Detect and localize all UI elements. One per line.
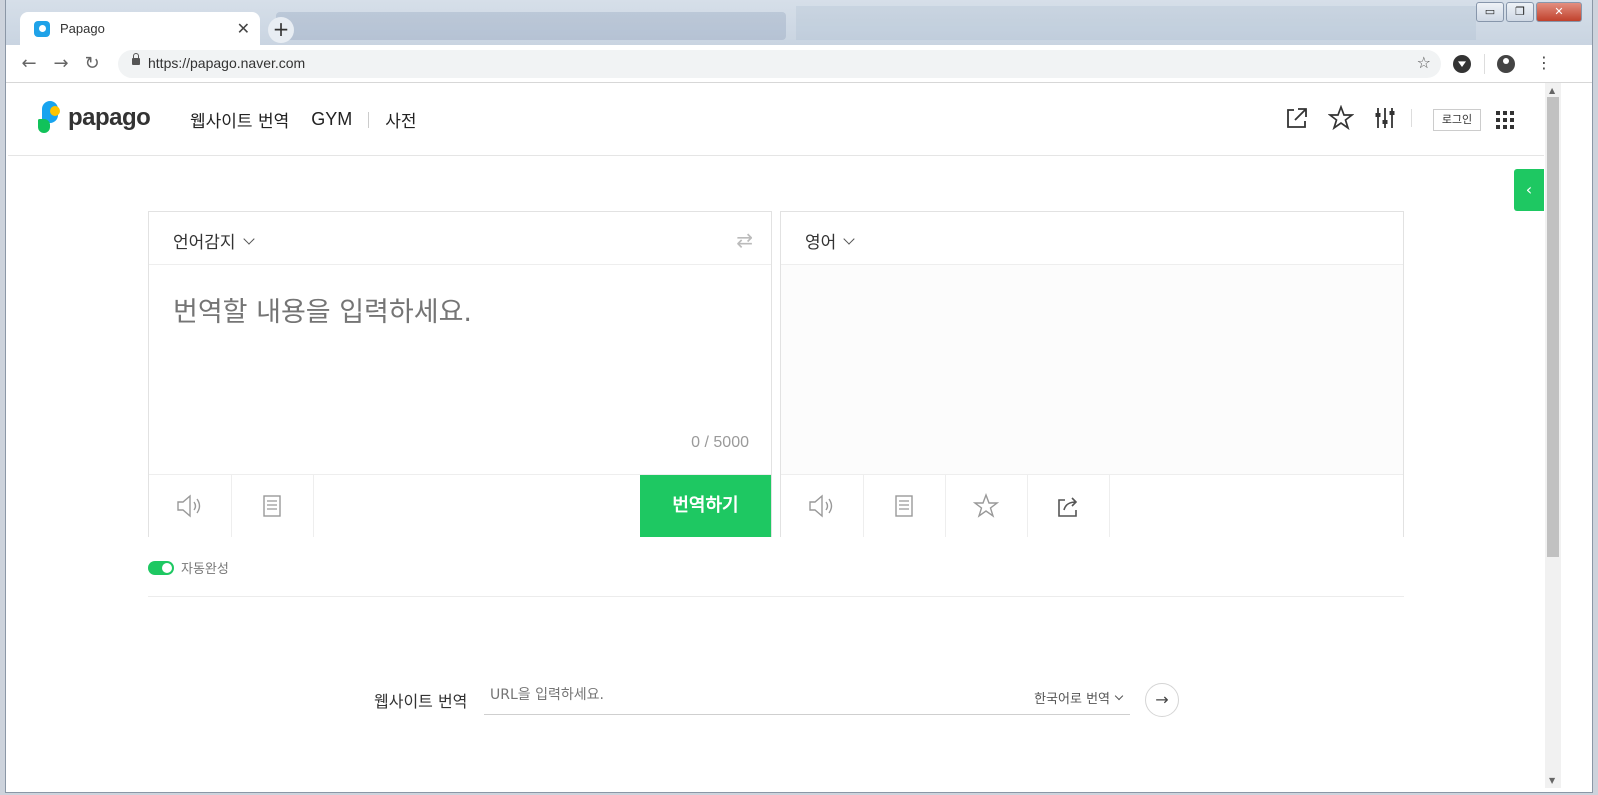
scroll-down-icon[interactable]: ▼ [1549, 776, 1555, 785]
url-input[interactable] [488, 686, 992, 704]
target-language-label: 영어 [805, 233, 837, 253]
reload-icon[interactable]: ↻ [81, 53, 103, 74]
main-nav: 웹사이트 번역 GYM 사전 [190, 107, 417, 132]
minimize-button[interactable]: ▭ [1476, 2, 1504, 22]
toolbar-divider [1484, 54, 1485, 74]
settings-sliders-icon[interactable] [1372, 105, 1398, 131]
chevron-down-icon [1114, 691, 1124, 700]
papago-page: papago 웹사이트 번역 GYM 사전 로그인 ‹ 언어감지 ⇄ 번역할 내… [8, 83, 1544, 788]
speaker-icon [177, 494, 201, 518]
translate-button[interactable]: 번역하기 [640, 475, 771, 537]
site-header: papago 웹사이트 번역 GYM 사전 로그인 [8, 83, 1544, 156]
background-window-bar [276, 12, 786, 40]
target-panel-header: 영어 [781, 212, 1403, 265]
page-scrollbar[interactable]: ▲ ▼ [1545, 83, 1561, 788]
url-text[interactable]: https://papago.naver.com [148, 55, 305, 71]
forward-arrow-icon[interactable]: → [50, 53, 72, 74]
new-tab-button[interactable]: + [268, 17, 294, 43]
apps-grid-icon[interactable] [1496, 111, 1514, 129]
source-listen-button[interactable] [149, 475, 232, 537]
side-panel-toggle[interactable]: ‹ [1514, 169, 1544, 211]
source-copy-button[interactable] [231, 475, 314, 537]
star-icon [973, 493, 999, 518]
website-translation-label: 웹사이트 번역 [374, 692, 468, 711]
chevron-down-icon [242, 232, 255, 245]
favorite-star-icon[interactable] [1328, 105, 1354, 131]
background-window-area [796, 6, 1476, 40]
tab-strip: Papago ✕ + ▭ ❐ ✕ [6, 0, 1592, 45]
autocomplete-toggle[interactable]: 자동완성 [148, 558, 229, 577]
target-copy-button[interactable] [863, 475, 946, 537]
nav-website-translation[interactable]: 웹사이트 번역 [190, 107, 289, 132]
window-controls: ▭ ❐ ✕ [1476, 2, 1582, 22]
nav-gym[interactable]: GYM [311, 109, 352, 130]
swap-languages-icon[interactable]: ⇄ [736, 228, 753, 252]
copy-document-icon [263, 495, 281, 517]
nav-divider [368, 111, 370, 128]
bookmark-star-icon[interactable]: ☆ [1417, 53, 1431, 72]
target-panel-footer [781, 474, 1403, 537]
url-input-wrapper: 한국어로 번역 [484, 680, 1130, 715]
speaker-icon [809, 494, 833, 518]
back-arrow-icon[interactable]: ← [18, 53, 40, 74]
target-listen-button[interactable] [781, 475, 864, 537]
source-language-label: 언어감지 [173, 233, 236, 253]
toggle-switch-icon [148, 560, 174, 575]
profile-avatar-icon[interactable] [1497, 55, 1515, 73]
papago-logo[interactable]: papago [38, 101, 151, 135]
browser-menu-icon[interactable]: ⋮ [1536, 53, 1552, 72]
website-target-language-label: 한국어로 번역 [1034, 692, 1110, 707]
login-button[interactable]: 로그인 [1433, 109, 1481, 131]
autocomplete-label: 자동완성 [181, 562, 229, 577]
source-panel-footer: 번역하기 [149, 474, 771, 537]
share-icon [1058, 497, 1078, 517]
papago-favicon-icon [34, 20, 50, 37]
logo-text: papago [68, 104, 151, 131]
chevron-down-icon [843, 232, 855, 245]
target-favorite-button[interactable] [945, 475, 1028, 537]
character-counter: 0 / 5000 [691, 434, 749, 451]
browser-window: Papago ✕ + ▭ ❐ ✕ ← → ↻ https://papago.na… [6, 0, 1592, 792]
section-divider [148, 596, 1404, 597]
address-bar[interactable]: https://papago.naver.com ☆ [118, 50, 1441, 78]
source-panel: 언어감지 ⇄ 0 / 5000 [148, 211, 772, 537]
lock-icon [132, 53, 140, 65]
target-share-button[interactable] [1027, 475, 1110, 537]
scroll-up-icon[interactable]: ▲ [1549, 86, 1555, 95]
close-window-button[interactable]: ✕ [1536, 2, 1582, 22]
source-text-input[interactable] [171, 288, 745, 432]
extension-download-icon[interactable] [1453, 55, 1471, 73]
source-language-select[interactable]: 언어감지 [173, 228, 255, 253]
go-arrow-button[interactable]: → [1145, 683, 1179, 717]
header-divider [1411, 109, 1412, 127]
tab-title: Papago [60, 21, 105, 36]
browser-tab-papago[interactable]: Papago ✕ [20, 12, 260, 45]
target-panel: 영어 [780, 211, 1404, 537]
scrollbar-thumb[interactable] [1547, 97, 1559, 557]
tab-close-icon[interactable]: ✕ [237, 19, 250, 38]
browser-toolbar: ← → ↻ https://papago.naver.com ☆ ⋮ [6, 45, 1592, 83]
website-target-language-select[interactable]: 한국어로 번역 [1034, 688, 1124, 707]
source-panel-header: 언어감지 ⇄ [149, 212, 771, 265]
copy-document-icon [895, 495, 913, 517]
target-language-select[interactable]: 영어 [805, 228, 855, 253]
nav-dictionary[interactable]: 사전 [385, 107, 416, 132]
papago-parrot-icon [38, 101, 62, 135]
popout-icon[interactable] [1284, 105, 1310, 131]
restore-button[interactable]: ❐ [1506, 2, 1534, 22]
